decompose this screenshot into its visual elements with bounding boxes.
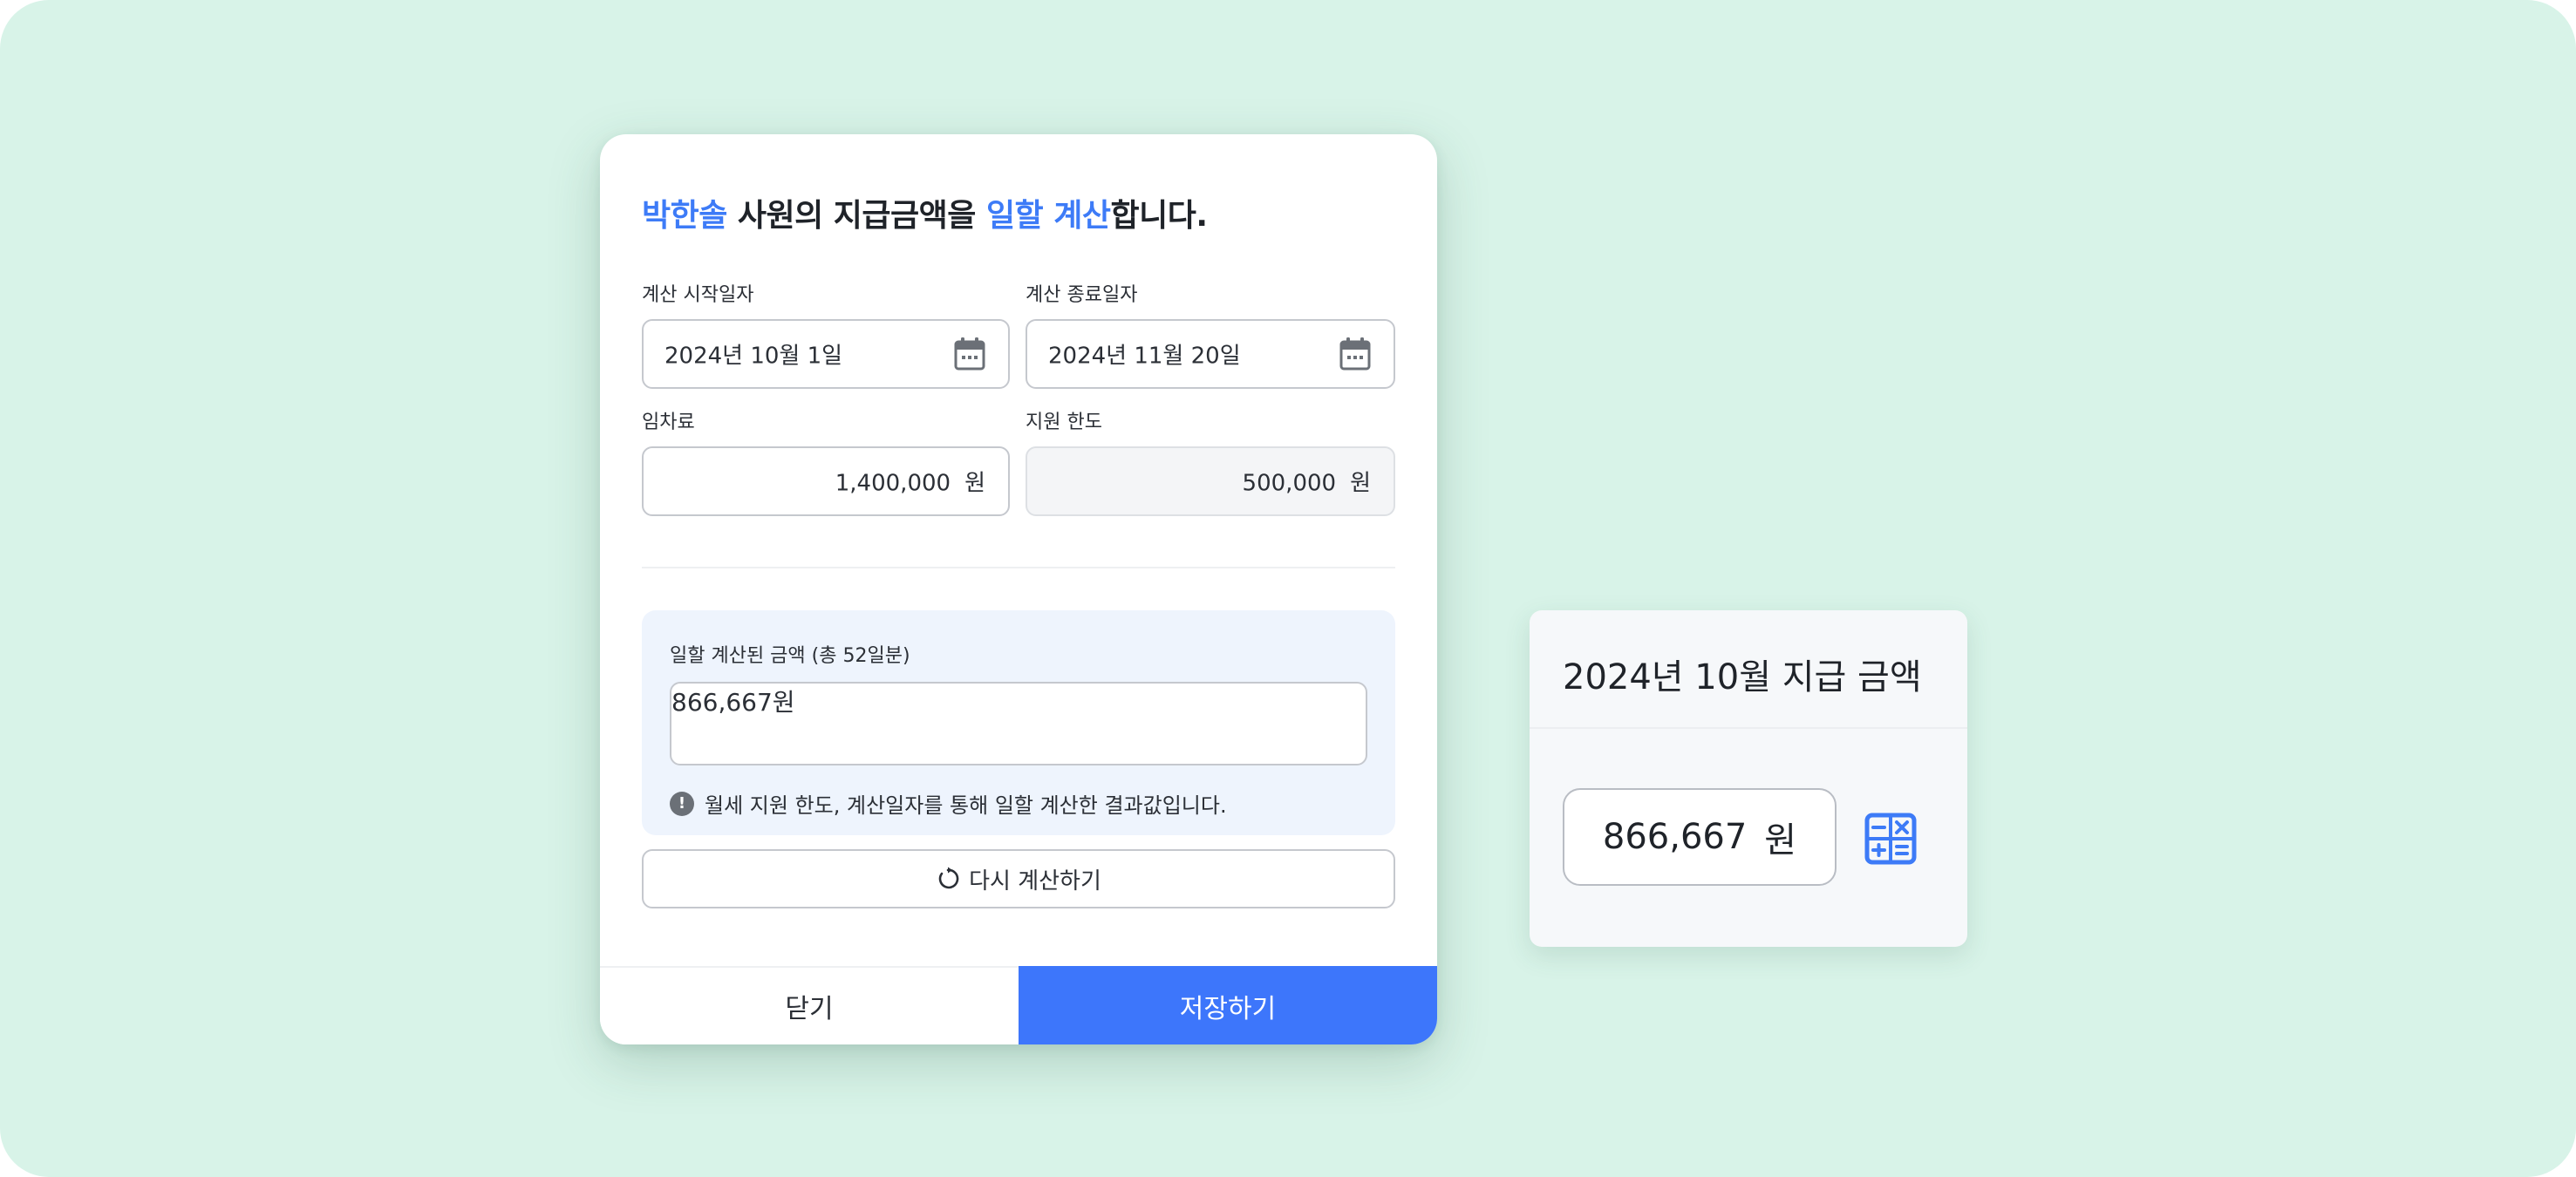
result-note: ! 월세 지원 한도, 계산일자를 통해 일할 계산한 결과값입니다. <box>670 788 1227 819</box>
support-limit-field: 500,000 원 <box>1026 446 1395 516</box>
support-limit-amount: 500,000 원 <box>1243 466 1371 498</box>
title-highlight: 일할 계산 <box>985 198 1111 234</box>
rent-unit: 원 <box>964 470 985 497</box>
calendar-icon[interactable] <box>954 337 985 371</box>
result-note-text: 월세 지원 한도, 계산일자를 통해 일할 계산한 결과값입니다. <box>705 793 1227 818</box>
end-date-label: 계산 종료일자 <box>1026 284 1138 306</box>
support-limit-unit: 원 <box>1350 470 1371 497</box>
monthly-payment-card: 2024년 10월 지급 금액 866,667 원 <box>1530 610 1967 947</box>
modal-title: 박한솔 사원의 지급금액을 일할 계산합니다. <box>642 190 1208 235</box>
start-date-field[interactable]: 2024년 10월 1일 <box>642 319 1010 389</box>
section-divider <box>642 567 1395 568</box>
refresh-icon <box>938 867 959 889</box>
card-divider <box>1530 727 1967 729</box>
start-date-value: 2024년 10월 1일 <box>664 343 843 370</box>
info-alert-icon: ! <box>670 791 694 816</box>
rent-amount: 1,400,000 원 <box>835 466 985 498</box>
modal-footer: 닫기 저장하기 <box>600 966 1437 1044</box>
payment-amount-unit: 원 <box>1764 820 1797 861</box>
end-date-value: 2024년 11월 20일 <box>1048 343 1241 370</box>
prorated-amount-unit: 원 <box>772 688 795 717</box>
prorated-amount-value: 866,667 <box>671 688 773 717</box>
start-date-label: 계산 시작일자 <box>642 284 754 306</box>
prorated-amount-label: 일할 계산된 금액 (총 52일분) <box>670 645 910 667</box>
title-text-2: 합니다. <box>1110 198 1208 234</box>
card-title: 2024년 10월 지급 금액 <box>1563 657 1922 697</box>
end-date-field[interactable]: 2024년 11월 20일 <box>1026 319 1395 389</box>
prorated-amount-input[interactable]: 866,667원 <box>670 682 1367 765</box>
calendar-icon[interactable] <box>1339 337 1371 371</box>
prorated-result-panel: 일할 계산된 금액 (총 52일분) 866,667원 ! 월세 지원 한도, … <box>642 610 1395 835</box>
calculator-icon[interactable] <box>1864 813 1917 865</box>
close-button[interactable]: 닫기 <box>600 968 1019 1044</box>
canvas-background: 박한솔 사원의 지급금액을 일할 계산합니다. 계산 시작일자 2024년 10… <box>0 0 2576 1177</box>
prorated-amount: 866,667원 <box>671 688 795 717</box>
rent-value: 1,400,000 <box>835 470 951 497</box>
recalculate-button[interactable]: 다시 계산하기 <box>642 849 1395 908</box>
employee-name: 박한솔 <box>642 198 727 234</box>
payment-amount-value: 866,667 <box>1602 817 1748 857</box>
title-text-1: 사원의 지급금액을 <box>726 198 986 234</box>
payment-calculation-modal: 박한솔 사원의 지급금액을 일할 계산합니다. 계산 시작일자 2024년 10… <box>600 134 1437 1044</box>
rent-input[interactable]: 1,400,000 원 <box>642 446 1010 516</box>
save-button[interactable]: 저장하기 <box>1019 966 1437 1044</box>
support-limit-value: 500,000 <box>1242 470 1337 497</box>
support-limit-label: 지원 한도 <box>1026 412 1102 433</box>
payment-amount-field[interactable]: 866,667 원 <box>1563 788 1837 886</box>
recalculate-label: 다시 계산하기 <box>969 867 1101 895</box>
rent-label: 임차료 <box>642 412 695 433</box>
